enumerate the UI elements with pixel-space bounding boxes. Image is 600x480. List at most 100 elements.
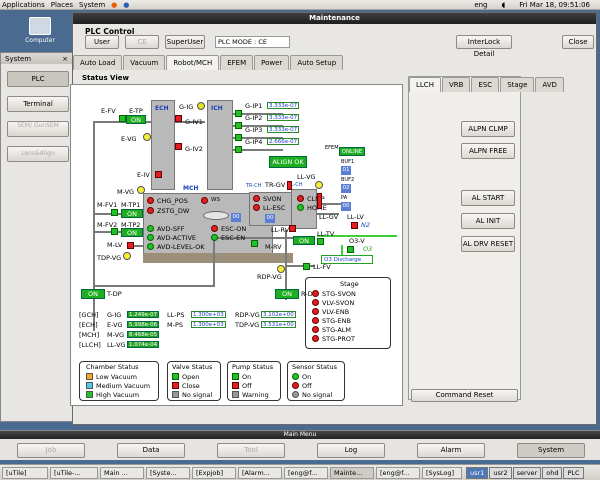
tab-efem[interactable]: EFEM — [220, 55, 254, 70]
alpn-free-button[interactable]: ALPN FREE — [461, 143, 515, 159]
ll-rv-label: LL-RV — [271, 226, 290, 234]
menu-places[interactable]: Places — [51, 1, 73, 9]
task-eng-terminal-2[interactable]: [eng@f... — [376, 466, 420, 479]
al-start-button[interactable]: AL START — [461, 190, 515, 206]
system-button[interactable]: System — [517, 443, 585, 458]
status-view-label: Status View — [82, 74, 129, 82]
al-drv-reset-button[interactable]: AL DRV RESET — [461, 236, 515, 252]
m-lv-label: M-LV — [107, 241, 123, 249]
readout-val-3: 1.074e-04 — [127, 341, 160, 348]
pipe-left-vertical — [93, 121, 95, 331]
valve-nosignal-swatch — [172, 391, 179, 398]
task-system[interactable]: [Syste... — [146, 466, 190, 479]
e-vg-gauge-icon — [143, 133, 151, 141]
readout-ch-2: [MCH] — [79, 331, 100, 339]
task-expjob[interactable]: [Expjob] — [192, 466, 236, 479]
desktop-computer-icon[interactable]: Computer — [20, 17, 60, 44]
data-button[interactable]: Data — [117, 443, 185, 458]
ws-label: WS — [211, 197, 220, 203]
user-button[interactable]: User — [85, 35, 119, 49]
lang-indicator[interactable]: eng — [474, 1, 487, 9]
clock[interactable]: Fri Mar 18, 09:51:06 — [519, 1, 590, 9]
stg-enb-label: STG-ENB — [322, 317, 351, 325]
menu-system[interactable]: System — [79, 1, 105, 9]
rdp-vg-gauge-icon — [277, 265, 285, 273]
ich-label: ICH — [211, 105, 223, 112]
superuser-button[interactable]: SuperUser — [165, 35, 205, 49]
m-vg-label: M-VG — [117, 188, 135, 196]
tdp-vg-gauge-icon — [123, 252, 131, 260]
vlv-svon-indicator — [312, 299, 319, 306]
maintenance-titlebar: Maintenance — [73, 13, 596, 24]
task-utile[interactable]: [uTile] — [2, 466, 48, 479]
tool-button[interactable]: Tool — [217, 443, 285, 458]
stage-title: Stage — [340, 280, 359, 288]
al-init-button[interactable]: AL INIT — [461, 213, 515, 229]
close-button[interactable]: Close — [562, 35, 594, 49]
readout-name-1: E-VG — [107, 321, 123, 329]
system-window-close-icon[interactable]: × — [62, 55, 68, 63]
m-tp1-label: M-TP1 — [121, 201, 141, 209]
tab-stage[interactable]: Stage — [500, 77, 535, 92]
tab-llch[interactable]: LLCH — [409, 77, 441, 92]
task-syslog[interactable]: [SysLog] — [422, 466, 462, 479]
workspace-usr2[interactable]: usr2 — [489, 466, 512, 479]
plc-button[interactable]: PLC — [7, 71, 69, 87]
tab-esc[interactable]: ESC — [471, 77, 500, 92]
terminal-button[interactable]: Terminal — [7, 96, 69, 112]
readout-val-2: 8.468e-05 — [127, 331, 160, 338]
task-eng-terminal[interactable]: [eng@f... — [284, 466, 328, 479]
command-reset-button[interactable]: Command Reset — [411, 389, 518, 402]
workspace-plc[interactable]: PLC — [563, 466, 584, 479]
job-button[interactable]: Job — [17, 443, 85, 458]
tab-power[interactable]: Power — [254, 55, 290, 70]
firefox-icon[interactable]: ● — [111, 1, 117, 9]
task-main[interactable]: Main ... — [100, 466, 144, 479]
main-tabbar: Auto Load Vacuum Robot/MCH EFEM Power Au… — [73, 55, 344, 70]
task-maintenance[interactable]: Mainte... — [330, 466, 374, 479]
task-utile-2[interactable]: [uTile-... — [50, 466, 98, 479]
readout-val-1: 5.998e-06 — [127, 321, 160, 328]
alarm-button[interactable]: Alarm — [417, 443, 485, 458]
workspace-ohd[interactable]: ohd — [542, 466, 563, 479]
menu-applications[interactable]: Applications — [2, 1, 45, 9]
g-ip2-value: 3.333e-07 — [267, 114, 300, 121]
tab-robot-mch[interactable]: Robot/MCH — [166, 55, 220, 70]
workspace-usr1[interactable]: usr1 — [466, 466, 489, 479]
ich-chamber — [207, 100, 233, 190]
task-alarm[interactable]: [Alarm... — [238, 466, 282, 479]
lens-align-button[interactable]: Lens&Align — [7, 146, 69, 162]
ll-vg-gauge-icon — [315, 181, 323, 189]
workspace-server[interactable]: server — [512, 466, 542, 479]
g-iv2-label: G-IV2 — [185, 145, 203, 153]
svon-indicator — [253, 195, 260, 202]
sem-gunsem-button[interactable]: SEM/ GunSEM — [7, 121, 69, 137]
ll-tv-label: LL-TV — [317, 230, 335, 238]
tab-auto-load[interactable]: Auto Load — [73, 55, 123, 70]
interlock-detail-button[interactable]: InterLock Detail — [456, 35, 512, 58]
wafer-stage — [203, 211, 229, 220]
tab-vacuum[interactable]: Vacuum — [123, 55, 166, 70]
buf2-slot: 02 — [341, 184, 351, 193]
m-fv1-label: M-FV1 — [97, 201, 118, 209]
valve-close-swatch — [172, 382, 179, 389]
g-ip4-label: G-IP4 — [245, 138, 263, 146]
tab-vrb[interactable]: VRB — [441, 77, 471, 92]
readout-name2-1: M-PS — [167, 321, 183, 329]
workspace-switcher: usr1 usr2 server ohd PLC — [466, 466, 584, 479]
e-fv-valve — [119, 115, 126, 122]
readout-ch-0: [GCH] — [79, 311, 99, 319]
help-icon[interactable]: ● — [123, 1, 129, 9]
alpn-clmp-button[interactable]: ALPN CLMP — [461, 121, 515, 137]
log-button[interactable]: Log — [317, 443, 385, 458]
readout-name2-0: LL-PS — [167, 311, 185, 319]
tab-avd[interactable]: AVD — [535, 77, 564, 92]
taskbar: [uTile] [uTile-... Main ... [Syste... [E… — [0, 464, 600, 480]
tab-auto-setup[interactable]: Auto Setup — [290, 55, 344, 70]
pa-label: PA — [341, 195, 348, 201]
ce-button[interactable]: CE — [125, 35, 159, 49]
pipe-ll-fv — [285, 265, 315, 267]
volume-icon[interactable]: ◖ — [502, 1, 506, 9]
g-ip2-indicator — [235, 122, 242, 129]
e-tp-label: E-TP — [129, 107, 143, 115]
